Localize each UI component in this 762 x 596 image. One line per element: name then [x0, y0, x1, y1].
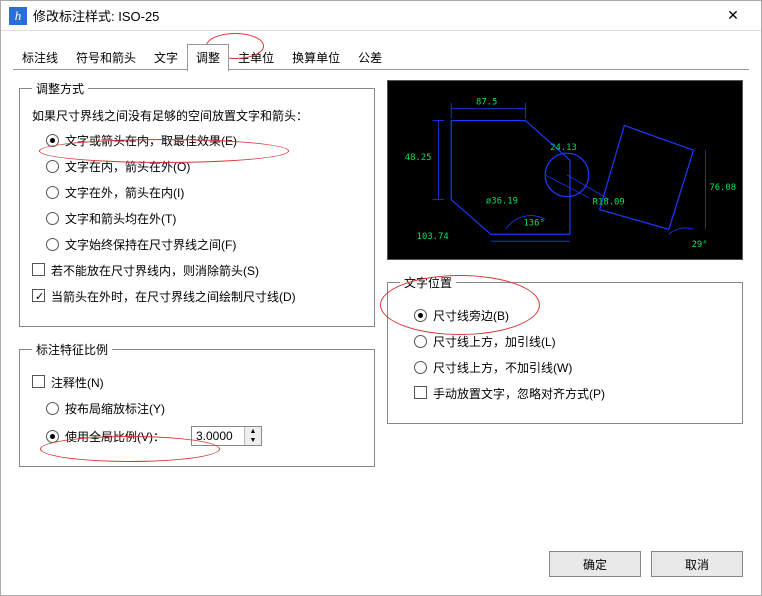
radio-icon: [46, 160, 59, 173]
tab-fit[interactable]: 调整: [187, 44, 229, 71]
svg-text:R18.09: R18.09: [593, 198, 625, 208]
scale-opt-layout[interactable]: 按布局缩放标注(Y): [46, 400, 362, 418]
content: 调整方式 如果尺寸界线之间没有足够的空间放置文字和箭头： 文字或箭头在内，取最佳…: [1, 70, 761, 491]
radio-icon: [414, 335, 427, 348]
textpos-opt-label: 尺寸线上方，不加引线(W): [433, 359, 572, 377]
svg-text:29°: 29°: [692, 240, 708, 250]
fit-opt-best[interactable]: 文字或箭头在内，取最佳效果(E): [46, 132, 362, 150]
tab-arrows[interactable]: 符号和箭头: [67, 44, 145, 71]
scale-opt-global[interactable]: 使用全局比例(V)： ▲ ▼: [46, 426, 362, 446]
tab-text[interactable]: 文字: [145, 44, 187, 71]
radio-icon: [46, 134, 59, 147]
checkbox-icon: [414, 386, 427, 399]
cancel-button[interactable]: 取消: [651, 551, 743, 577]
fit-opt-label: 文字和箭头均在外(T): [65, 210, 176, 228]
fit-opt-both-out[interactable]: 文字和箭头均在外(T): [46, 210, 362, 228]
svg-text:24.13: 24.13: [550, 143, 577, 153]
scale-input[interactable]: [192, 427, 244, 445]
scale-spinner[interactable]: ▲ ▼: [191, 426, 262, 446]
fit-desc: 如果尺寸界线之间没有足够的空间放置文字和箭头：: [32, 107, 362, 124]
textpos-opt-label: 尺寸线旁边(B): [433, 307, 509, 325]
tab-alt[interactable]: 换算单位: [283, 44, 349, 71]
textpos-opt-over-noleader[interactable]: 尺寸线上方，不加引线(W): [414, 359, 730, 377]
spin-up-icon[interactable]: ▲: [245, 427, 261, 436]
fit-opt-label: 文字在外，箭头在内(I): [65, 184, 184, 202]
cb-manual-place[interactable]: 手动放置文字，忽略对齐方式(P): [414, 385, 730, 403]
group-text-pos: 文字位置 尺寸线旁边(B) 尺寸线上方，加引线(L) 尺寸线上方，不加引线(W)…: [387, 274, 743, 424]
radio-icon: [46, 238, 59, 251]
fit-opt-text-in[interactable]: 文字在内，箭头在外(O): [46, 158, 362, 176]
cb-force-dimline[interactable]: 当箭头在外时，在尺寸界线之间绘制尺寸线(D): [32, 288, 362, 306]
checkbox-icon: [32, 289, 45, 302]
textpos-opt-over-leader[interactable]: 尺寸线上方，加引线(L): [414, 333, 730, 351]
scale-opt-label: 按布局缩放标注(Y): [65, 400, 165, 418]
window-title: 修改标注样式: ISO-25: [33, 6, 713, 25]
group-fit-method: 调整方式 如果尺寸界线之间没有足够的空间放置文字和箭头： 文字或箭头在内，取最佳…: [19, 80, 375, 327]
fit-opt-label: 文字在内，箭头在外(O): [65, 158, 190, 176]
svg-text:48.25: 48.25: [405, 153, 432, 163]
dialog-window: h 修改标注样式: ISO-25 ✕ 标注线 符号和箭头 文字 调整 主单位 换…: [0, 0, 762, 596]
tab-lines[interactable]: 标注线: [13, 44, 67, 71]
textpos-opt-label: 尺寸线上方，加引线(L): [433, 333, 556, 351]
cb-annotative[interactable]: 注释性(N): [32, 374, 362, 392]
radio-icon: [414, 361, 427, 374]
tab-primary[interactable]: 主单位: [229, 44, 283, 71]
checkbox-icon: [32, 263, 45, 276]
cb-suppress-arrows[interactable]: 若不能放在尺寸界线内，则消除箭头(S): [32, 262, 362, 280]
cb-label: 注释性(N): [51, 374, 104, 392]
svg-text:87.5: 87.5: [476, 98, 497, 108]
preview-svg: 87.5 48.25 76.08 24.13 ø36.19 R18.09 103…: [388, 81, 742, 259]
legend-fit-method: 调整方式: [32, 80, 88, 97]
group-scale: 标注特征比例 注释性(N) 按布局缩放标注(Y) 使用全局比例(V)： ▲: [19, 341, 375, 467]
app-icon: h: [9, 7, 27, 25]
close-icon[interactable]: ✕: [713, 7, 753, 24]
svg-text:103.74: 103.74: [417, 232, 449, 242]
preview-panel: 87.5 48.25 76.08 24.13 ø36.19 R18.09 103…: [387, 80, 743, 260]
titlebar: h 修改标注样式: ISO-25 ✕: [1, 1, 761, 31]
cb-label: 若不能放在尺寸界线内，则消除箭头(S): [51, 262, 259, 280]
button-bar: 确定 取消: [549, 551, 743, 577]
svg-text:136°: 136°: [523, 218, 544, 228]
radio-icon: [46, 430, 59, 443]
spin-down-icon[interactable]: ▼: [245, 436, 261, 445]
tab-strip: 标注线 符号和箭头 文字 调整 主单位 换算单位 公差: [1, 31, 761, 70]
scale-opt-label: 使用全局比例(V)：: [65, 428, 165, 445]
radio-icon: [46, 212, 59, 225]
radio-icon: [46, 402, 59, 415]
radio-icon: [414, 309, 427, 322]
textpos-opt-beside[interactable]: 尺寸线旁边(B): [414, 307, 730, 325]
cb-label: 当箭头在外时，在尺寸界线之间绘制尺寸线(D): [51, 288, 296, 306]
checkbox-icon: [32, 375, 45, 388]
ok-button[interactable]: 确定: [549, 551, 641, 577]
radio-icon: [46, 186, 59, 199]
cb-label: 手动放置文字，忽略对齐方式(P): [433, 385, 605, 403]
fit-opt-label: 文字或箭头在内，取最佳效果(E): [65, 132, 237, 150]
legend-scale: 标注特征比例: [32, 341, 112, 358]
legend-text-pos: 文字位置: [400, 274, 456, 291]
fit-opt-label: 文字始终保持在尺寸界线之间(F): [65, 236, 236, 254]
svg-text:ø36.19: ø36.19: [486, 197, 518, 207]
svg-text:76.08: 76.08: [709, 183, 736, 193]
fit-opt-always[interactable]: 文字始终保持在尺寸界线之间(F): [46, 236, 362, 254]
tab-tol[interactable]: 公差: [349, 44, 391, 71]
fit-opt-text-out[interactable]: 文字在外，箭头在内(I): [46, 184, 362, 202]
